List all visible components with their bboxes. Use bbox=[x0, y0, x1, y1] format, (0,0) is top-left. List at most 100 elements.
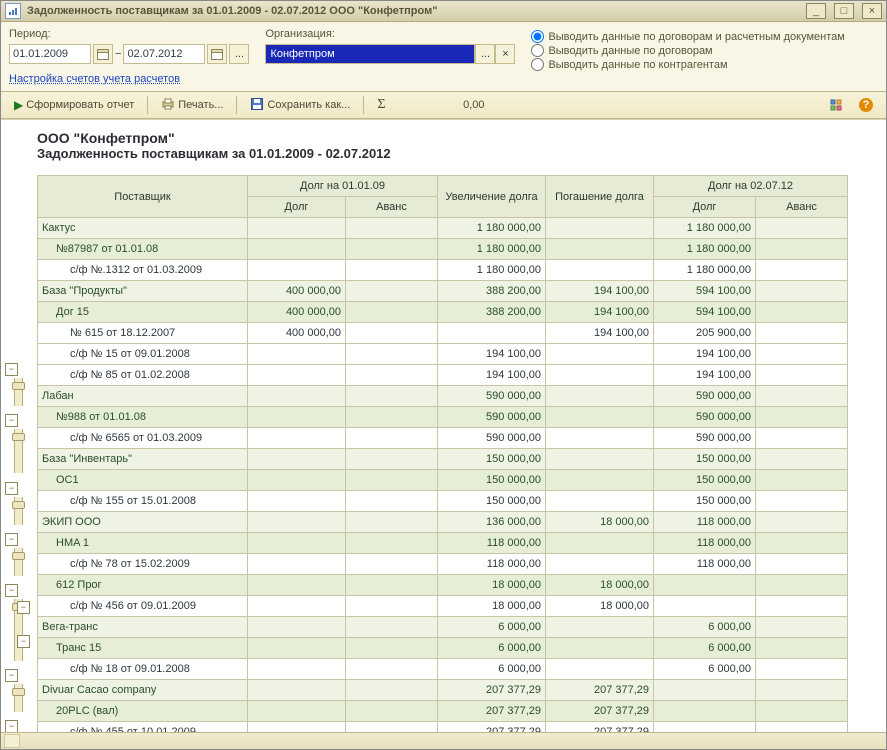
table-row[interactable]: №87987 от 01.01.081 180 000,001 180 000,… bbox=[38, 239, 848, 260]
date-from-input[interactable]: 01.01.2009 bbox=[9, 44, 91, 64]
report-table: Поставщик Долг на 01.01.09 Увеличение до… bbox=[37, 175, 848, 732]
report-viewport[interactable]: ООО "Конфетпром" Задолженность поставщик… bbox=[1, 119, 886, 732]
table-row[interactable]: Вега-транс6 000,006 000,00 bbox=[38, 617, 848, 638]
app-window: Задолженность поставщикам за 01.01.2009 … bbox=[0, 0, 887, 750]
table-row[interactable]: ОС1150 000,00150 000,00 bbox=[38, 470, 848, 491]
help-button[interactable]: ? bbox=[852, 94, 880, 116]
table-row[interactable]: Дог 15400 000,00388 200,00194 100,00594 … bbox=[38, 302, 848, 323]
config-link-row: Настройка счетов учета расчетов bbox=[1, 73, 886, 91]
col-supplier: Поставщик bbox=[38, 176, 248, 218]
print-button[interactable]: Печать... bbox=[154, 94, 230, 116]
collapse-toggle[interactable]: − bbox=[17, 601, 30, 614]
statusbar bbox=[1, 732, 886, 749]
col-increase: Увеличение долга bbox=[438, 176, 546, 218]
minimize-button[interactable]: _ bbox=[806, 3, 826, 19]
col-debt-end-debt: Долг bbox=[654, 197, 756, 218]
run-report-button[interactable]: ▶ Сформировать отчет bbox=[7, 94, 141, 116]
table-row[interactable]: с/ф №.1312 от 01.03.20091 180 000,001 18… bbox=[38, 260, 848, 281]
table-row[interactable]: 20PLC (вал)207 377,29207 377,29 bbox=[38, 701, 848, 722]
col-decrease: Погашение долга bbox=[546, 176, 654, 218]
printer-icon bbox=[161, 97, 175, 114]
toolbar: ▶ Сформировать отчет Печать... Сохранить… bbox=[1, 91, 886, 119]
col-debt-start-adv: Аванс bbox=[346, 197, 438, 218]
outline-thumb[interactable] bbox=[12, 552, 25, 560]
output-mode-radios: Выводить данные по договорам и расчетным… bbox=[531, 28, 844, 71]
table-row[interactable]: Лабан590 000,00590 000,00 bbox=[38, 386, 848, 407]
table-row[interactable]: с/ф № 155 от 15.01.2008150 000,00150 000… bbox=[38, 491, 848, 512]
floppy-icon bbox=[250, 97, 264, 114]
table-row[interactable]: с/ф № 78 от 15.02.2009118 000,00118 000,… bbox=[38, 554, 848, 575]
table-row[interactable]: Divuar Cacao company207 377,29207 377,29 bbox=[38, 680, 848, 701]
table-row[interactable]: База "Продукты"400 000,00388 200,00194 1… bbox=[38, 281, 848, 302]
collapse-toggle[interactable]: − bbox=[5, 414, 18, 427]
org-label: Организация: bbox=[265, 28, 515, 40]
table-row[interactable]: ЭКИП ООО136 000,0018 000,00118 000,00 bbox=[38, 512, 848, 533]
toolbar-sep bbox=[236, 96, 237, 114]
outline-thumb[interactable] bbox=[12, 433, 25, 441]
titlebar: Задолженность поставщикам за 01.01.2009 … bbox=[1, 1, 886, 22]
toolbar-sep bbox=[147, 96, 148, 114]
report-org-header: ООО "Конфетпром" bbox=[37, 130, 880, 146]
close-button[interactable]: × bbox=[862, 3, 882, 19]
table-row[interactable]: Кактус1 180 000,001 180 000,00 bbox=[38, 218, 848, 239]
collapse-toggle[interactable]: − bbox=[5, 533, 18, 546]
radio-by-docs[interactable]: Выводить данные по договорам и расчетным… bbox=[531, 30, 844, 43]
col-debt-start: Долг на 01.01.09 bbox=[248, 176, 438, 197]
table-row[interactable]: HMA 1118 000,00118 000,00 bbox=[38, 533, 848, 554]
table-row[interactable]: с/ф № 18 от 09.01.20086 000,006 000,00 bbox=[38, 659, 848, 680]
table-row[interactable]: с/ф № 6565 от 01.03.2009590 000,00590 00… bbox=[38, 428, 848, 449]
date-dash: − bbox=[115, 48, 121, 60]
outline-thumb[interactable] bbox=[12, 688, 25, 696]
col-debt-start-debt: Долг bbox=[248, 197, 346, 218]
collapse-toggle[interactable]: − bbox=[5, 720, 18, 732]
sum-button[interactable]: Σ bbox=[370, 94, 392, 116]
table-row[interactable]: № 615 от 18.12.2007400 000,00194 100,002… bbox=[38, 323, 848, 344]
sum-display: 0,00 bbox=[395, 99, 493, 111]
params-panel: Период: 01.01.2009 − 02.07.2012 ... Орга… bbox=[1, 22, 886, 73]
radio-by-counterparties[interactable]: Выводить данные по контрагентам bbox=[531, 58, 844, 71]
settings-button[interactable] bbox=[822, 94, 850, 116]
date-from-picker-button[interactable] bbox=[93, 44, 113, 64]
toolbar-sep bbox=[363, 96, 364, 114]
collapse-toggle[interactable]: − bbox=[5, 669, 18, 682]
play-icon: ▶ bbox=[14, 98, 23, 112]
collapse-toggle[interactable]: − bbox=[5, 363, 18, 376]
window-title: Задолженность поставщикам за 01.01.2009 … bbox=[27, 5, 798, 17]
date-to-input[interactable]: 02.07.2012 bbox=[123, 44, 205, 64]
org-field: Организация: Конфетпром ... × bbox=[265, 28, 515, 64]
radio-by-contracts-input[interactable] bbox=[531, 44, 544, 57]
org-clear-button[interactable]: × bbox=[495, 44, 515, 64]
table-row[interactable]: База "Инвентарь"150 000,00150 000,00 bbox=[38, 449, 848, 470]
outline-thumb[interactable] bbox=[12, 501, 25, 509]
period-label: Период: bbox=[9, 28, 249, 40]
sigma-icon: Σ bbox=[377, 97, 385, 113]
period-more-button[interactable]: ... bbox=[229, 44, 249, 64]
outline-thumb[interactable] bbox=[12, 382, 25, 390]
date-to-picker-button[interactable] bbox=[207, 44, 227, 64]
collapse-toggle[interactable]: − bbox=[5, 482, 18, 495]
period-field: Период: 01.01.2009 − 02.07.2012 ... bbox=[9, 28, 249, 64]
org-input[interactable]: Конфетпром bbox=[265, 44, 475, 64]
table-row[interactable]: с/ф № 15 от 09.01.2008194 100,00194 100,… bbox=[38, 344, 848, 365]
radio-by-contracts[interactable]: Выводить данные по договорам bbox=[531, 44, 844, 57]
table-row[interactable]: с/ф № 456 от 09.01.200918 000,0018 000,0… bbox=[38, 596, 848, 617]
col-debt-end: Долг на 02.07.12 bbox=[654, 176, 848, 197]
table-row[interactable]: с/ф № 85 от 01.02.2008194 100,00194 100,… bbox=[38, 365, 848, 386]
radio-by-docs-input[interactable] bbox=[531, 30, 544, 43]
org-select-button[interactable]: ... bbox=[475, 44, 495, 64]
collapse-toggle[interactable]: − bbox=[17, 635, 30, 648]
collapse-toggle[interactable]: − bbox=[5, 584, 18, 597]
radio-by-counterparties-input[interactable] bbox=[531, 58, 544, 71]
table-row[interactable]: с/ф № 455 от 10.01.2009207 377,29207 377… bbox=[38, 722, 848, 733]
app-icon bbox=[5, 3, 21, 19]
scroll-left-button[interactable] bbox=[4, 734, 20, 748]
help-icon: ? bbox=[859, 98, 873, 112]
col-debt-end-adv: Аванс bbox=[756, 197, 848, 218]
report-body: ООО "Конфетпром" Задолженность поставщик… bbox=[1, 120, 886, 732]
accounts-config-link[interactable]: Настройка счетов учета расчетов bbox=[9, 73, 180, 85]
table-row[interactable]: №988 от 01.01.08590 000,00590 000,00 bbox=[38, 407, 848, 428]
table-row[interactable]: 612 Прог18 000,0018 000,00 bbox=[38, 575, 848, 596]
table-row[interactable]: Транс 156 000,006 000,00 bbox=[38, 638, 848, 659]
save-button[interactable]: Сохранить как... bbox=[243, 94, 357, 116]
maximize-button[interactable]: □ bbox=[834, 3, 854, 19]
